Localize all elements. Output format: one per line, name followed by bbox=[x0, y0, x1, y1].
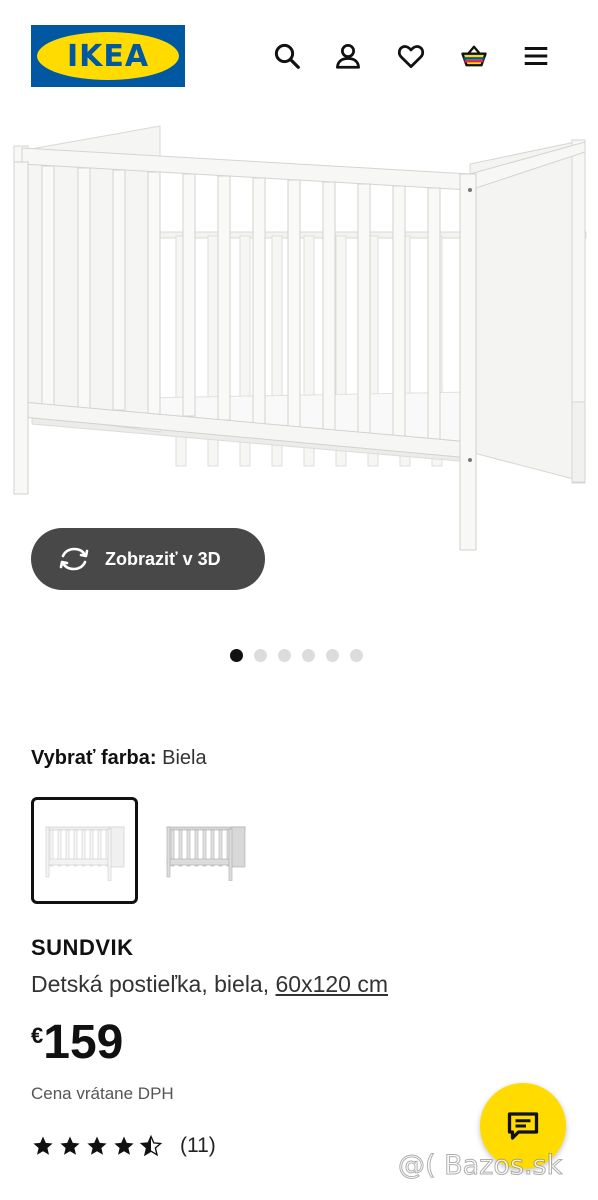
carousel-dot[interactable] bbox=[254, 649, 267, 662]
carousel-dot[interactable] bbox=[278, 649, 291, 662]
view-3d-button[interactable]: Zobraziť v 3D bbox=[31, 528, 265, 590]
chat-icon bbox=[507, 1112, 539, 1140]
star-full-icon bbox=[87, 1136, 107, 1155]
price-currency: € bbox=[31, 1023, 44, 1048]
color-value: Biela bbox=[162, 747, 207, 769]
carousel-dot[interactable] bbox=[302, 649, 315, 662]
basket-icon[interactable] bbox=[456, 38, 492, 74]
color-swatch-grey[interactable] bbox=[152, 797, 259, 904]
product-image-gallery[interactable] bbox=[0, 112, 598, 572]
heart-icon[interactable] bbox=[393, 38, 429, 74]
product-size-link[interactable]: 60x120 cm bbox=[276, 971, 389, 997]
watermark: @( Bazos.sk bbox=[397, 1150, 563, 1182]
crib-thumbnail-white bbox=[45, 826, 124, 881]
rotate-3d-icon bbox=[59, 547, 89, 571]
carousel-dots bbox=[230, 649, 363, 662]
vat-note: Cena vrátane DPH bbox=[31, 1084, 174, 1103]
color-swatch-white[interactable] bbox=[31, 797, 138, 904]
user-icon[interactable] bbox=[330, 38, 366, 74]
carousel-dot[interactable] bbox=[350, 649, 363, 662]
logo-text: IKEA bbox=[37, 32, 179, 80]
rating-count: (11) bbox=[180, 1134, 216, 1157]
product-description-text: Detská postieľka, biela, bbox=[31, 971, 270, 997]
crib-image bbox=[13, 125, 587, 551]
menu-icon[interactable] bbox=[518, 38, 554, 74]
star-full-icon bbox=[60, 1136, 80, 1155]
color-selector-label: Vybrať farba: Biela bbox=[31, 747, 207, 770]
price-amount: 159 bbox=[43, 1016, 124, 1069]
carousel-dot[interactable] bbox=[230, 649, 243, 662]
product-name: SUNDVIK bbox=[31, 935, 134, 960]
color-label: Vybrať farba: bbox=[31, 747, 157, 769]
crib-thumbnail-grey bbox=[166, 826, 245, 881]
carousel-dot[interactable] bbox=[326, 649, 339, 662]
view-3d-label: Zobraziť v 3D bbox=[105, 548, 221, 569]
top-header: IKEA bbox=[0, 0, 598, 112]
star-full-icon bbox=[114, 1136, 134, 1155]
product-rating[interactable]: (11) bbox=[31, 1134, 216, 1158]
product-price: € 159 bbox=[31, 1015, 123, 1071]
ikea-logo[interactable]: IKEA bbox=[31, 25, 185, 87]
product-description: Detská postieľka, biela, 60x120 cm bbox=[31, 971, 388, 998]
star-half-icon bbox=[139, 1134, 163, 1157]
star-full-icon bbox=[33, 1136, 53, 1155]
search-icon[interactable] bbox=[269, 38, 305, 74]
